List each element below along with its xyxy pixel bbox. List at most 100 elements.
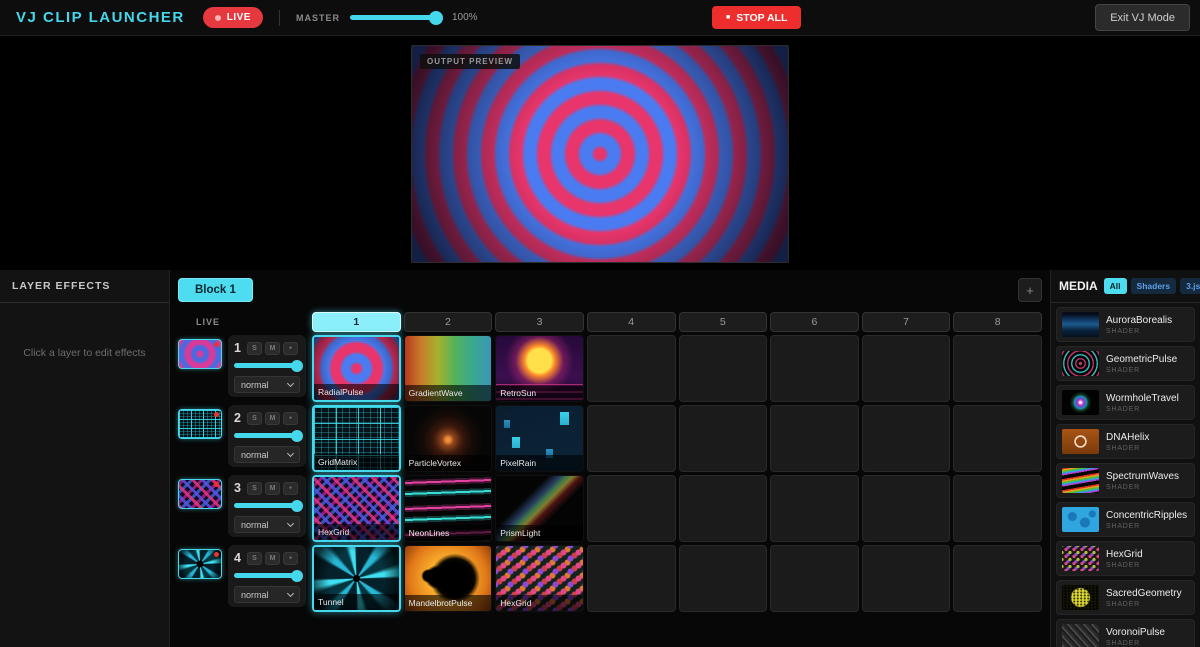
column-trigger-8[interactable]: 8 (953, 312, 1042, 332)
monitor-dot-button[interactable]: ● (283, 342, 298, 355)
block-tab[interactable]: Block 1 (178, 278, 253, 302)
column-trigger-1[interactable]: 1 (312, 312, 401, 332)
layer-slider-thumb[interactable] (291, 570, 303, 582)
clip-tunnel[interactable]: Tunnel (312, 545, 401, 612)
mute-button[interactable]: M (265, 412, 280, 425)
media-type: SHADER (1106, 484, 1179, 491)
layer-4-controls: 4 S M ● normal (228, 545, 306, 607)
solo-button[interactable]: S (247, 412, 262, 425)
layer-4-thumbnail[interactable] (178, 549, 222, 579)
blend-mode-select[interactable]: normal (234, 586, 300, 603)
media-item-hexgrid[interactable]: HexGrid SHADER (1056, 541, 1195, 576)
media-item-dnahelix[interactable]: DNAHelix SHADER (1056, 424, 1195, 459)
media-item-spectrumwaves[interactable]: SpectrumWaves SHADER (1056, 463, 1195, 498)
mute-button[interactable]: M (265, 342, 280, 355)
media-item-wormholetravel[interactable]: WormholeTravel SHADER (1056, 385, 1195, 420)
monitor-dot-button[interactable]: ● (283, 412, 298, 425)
clip-hexgrid-dots[interactable]: HexGrid (495, 545, 584, 612)
live-badge[interactable]: LIVE (203, 7, 263, 28)
clip-slot-empty[interactable] (770, 405, 859, 472)
clip-mandelbrotpulse[interactable]: MandelbrotPulse (404, 545, 493, 612)
media-thumbnail (1062, 585, 1099, 610)
monitor-dot-button[interactable]: ● (283, 482, 298, 495)
monitor-dot-button[interactable]: ● (283, 552, 298, 565)
layer-opacity-slider[interactable] (234, 573, 300, 578)
media-item-voronoipulse[interactable]: VoronoiPulse SHADER (1056, 619, 1195, 647)
column-trigger-3[interactable]: 3 (495, 312, 584, 332)
clip-slot-empty[interactable] (679, 405, 768, 472)
blend-mode-select[interactable]: normal (234, 516, 300, 533)
filter-shaders[interactable]: Shaders (1131, 278, 1177, 294)
layer-3-thumbnail[interactable] (178, 479, 222, 509)
filter-3js[interactable]: 3.js (1180, 278, 1200, 294)
layer-opacity-slider[interactable] (234, 503, 300, 508)
add-block-button[interactable]: + (1018, 278, 1042, 302)
media-item-sacredgeometry[interactable]: SacredGeometry SHADER (1056, 580, 1195, 615)
deck-header: Block 1 + (178, 278, 1042, 302)
layer-opacity-slider[interactable] (234, 363, 300, 368)
clip-prismlight[interactable]: PrismLight (495, 475, 584, 542)
master-slider-thumb[interactable] (429, 11, 443, 25)
column-trigger-5[interactable]: 5 (679, 312, 768, 332)
clip-slot-empty[interactable] (862, 335, 951, 402)
clip-hexgrid[interactable]: HexGrid (312, 475, 401, 542)
clip-retrosun[interactable]: RetroSun (495, 335, 584, 402)
clip-neonlines[interactable]: NeonLines (404, 475, 493, 542)
blend-mode-select[interactable]: normal (234, 376, 300, 393)
mute-button[interactable]: M (265, 552, 280, 565)
clip-slot-empty[interactable] (679, 545, 768, 612)
master-label: MASTER (296, 13, 340, 23)
clip-slot-empty[interactable] (862, 545, 951, 612)
chevron-down-icon (287, 589, 294, 596)
column-trigger-2[interactable]: 2 (404, 312, 493, 332)
active-indicator-icon (214, 482, 219, 487)
blend-mode-select[interactable]: normal (234, 446, 300, 463)
solo-button[interactable]: S (247, 552, 262, 565)
solo-button[interactable]: S (247, 342, 262, 355)
media-item-auroraborealis[interactable]: AuroraBorealis SHADER (1056, 307, 1195, 342)
master-volume-slider[interactable] (350, 15, 436, 20)
layer-1-thumbnail[interactable] (178, 339, 222, 369)
clip-slot-empty[interactable] (770, 545, 859, 612)
media-name: SacredGeometry (1106, 588, 1182, 599)
clip-gridmatrix[interactable]: GridMatrix (312, 405, 401, 472)
clip-slot-empty[interactable] (953, 405, 1042, 472)
clip-slot-empty[interactable] (587, 405, 676, 472)
layer-slider-thumb[interactable] (291, 360, 303, 372)
clip-slot-empty[interactable] (862, 405, 951, 472)
column-trigger-4[interactable]: 4 (587, 312, 676, 332)
clip-slot-empty[interactable] (953, 475, 1042, 542)
media-type: SHADER (1106, 601, 1182, 608)
column-trigger-6[interactable]: 6 (770, 312, 859, 332)
clip-particlevortex[interactable]: ParticleVortex (404, 405, 493, 472)
clip-slot-empty[interactable] (953, 335, 1042, 402)
stop-all-button[interactable]: ■ STOP ALL (712, 6, 801, 29)
layer-row-4: 4 S M ● normal Tunnel (178, 545, 1042, 612)
clip-pixelrain[interactable]: PixelRain (495, 405, 584, 472)
layer-2-thumbnail[interactable] (178, 409, 222, 439)
layer-slider-thumb[interactable] (291, 430, 303, 442)
column-trigger-7[interactable]: 7 (862, 312, 951, 332)
bottom-region: LAYER EFFECTS Click a layer to edit effe… (0, 270, 1200, 647)
clip-slot-empty[interactable] (770, 335, 859, 402)
media-item-geometricpulse[interactable]: GeometricPulse SHADER (1056, 346, 1195, 381)
clip-slot-empty[interactable] (679, 475, 768, 542)
solo-button[interactable]: S (247, 482, 262, 495)
active-indicator-icon (214, 412, 219, 417)
clip-slot-empty[interactable] (587, 335, 676, 402)
exit-vj-mode-button[interactable]: Exit VJ Mode (1095, 4, 1190, 31)
clip-radialpulse[interactable]: RadialPulse (312, 335, 401, 402)
clip-slot-empty[interactable] (587, 475, 676, 542)
layer-slider-thumb[interactable] (291, 500, 303, 512)
clip-slot-empty[interactable] (862, 475, 951, 542)
layer-opacity-slider[interactable] (234, 433, 300, 438)
layer-number: 4 (234, 551, 244, 565)
clip-gradientwave[interactable]: GradientWave (404, 335, 493, 402)
clip-slot-empty[interactable] (679, 335, 768, 402)
clip-slot-empty[interactable] (587, 545, 676, 612)
clip-slot-empty[interactable] (770, 475, 859, 542)
media-item-concentricripples[interactable]: ConcentricRipples SHADER (1056, 502, 1195, 537)
clip-slot-empty[interactable] (953, 545, 1042, 612)
filter-all[interactable]: All (1104, 278, 1127, 294)
mute-button[interactable]: M (265, 482, 280, 495)
